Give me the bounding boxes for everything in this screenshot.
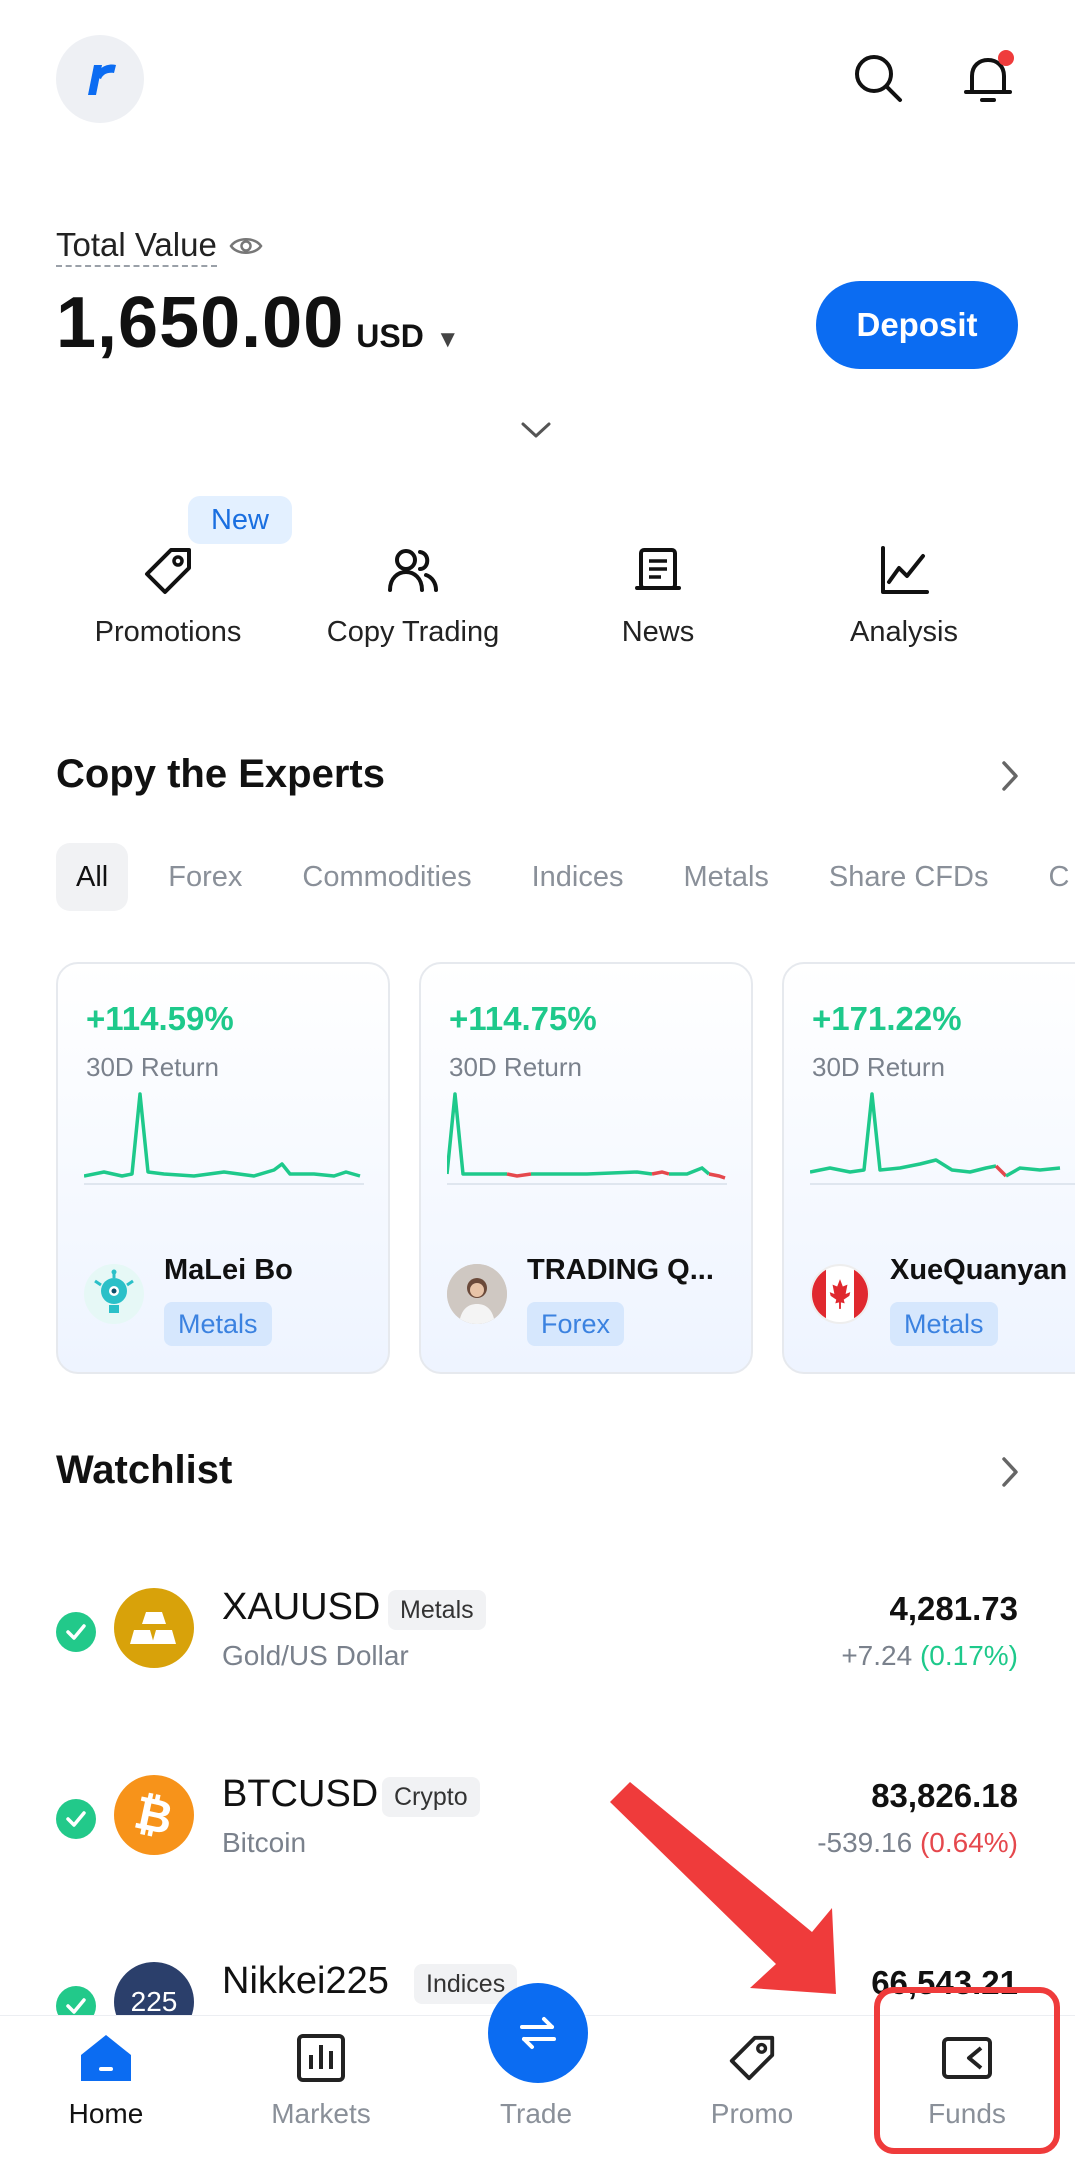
annotation-highlight-box — [874, 1987, 1060, 2154]
tag-icon — [137, 540, 199, 602]
watchlist-row[interactable]: XAUUSD Metals Gold/US Dollar 4,281.73 +7… — [0, 1562, 1075, 1702]
ticker-symbol: Nikkei225 — [222, 1960, 389, 2002]
quick-action-label: Promotions — [94, 616, 242, 648]
check-icon[interactable] — [56, 1799, 96, 1839]
quick-action-promotions[interactable]: Promotions — [48, 540, 288, 649]
quick-action-analysis[interactable]: Analysis — [784, 540, 1024, 649]
change-percent: (0.64%) — [919, 1827, 1018, 1858]
home-icon — [78, 2030, 134, 2086]
avatar — [447, 1264, 507, 1324]
filter-chip-indices[interactable]: Indices — [512, 843, 644, 911]
quick-action-label: News — [621, 616, 695, 648]
swap-icon — [520, 2017, 556, 2049]
return-period-label: 30D Return — [86, 1052, 219, 1082]
news-icon — [627, 540, 689, 602]
return-period-label: 30D Return — [449, 1052, 582, 1082]
expert-return: +114.59% — [86, 1000, 234, 1037]
chart-line-icon — [873, 540, 935, 602]
nav-home[interactable]: Home — [26, 2030, 186, 2130]
return-sparkline — [810, 1092, 1075, 1185]
expert-card[interactable]: +114.59% 30D Return MaLei Bo Metals — [56, 962, 390, 1374]
expert-return: +171.22% — [812, 1000, 962, 1037]
ticker-symbol: XAUUSD — [222, 1586, 381, 1628]
new-badge: New — [188, 496, 292, 544]
total-value-amount: 1,650.00 USD ▼ — [56, 282, 460, 364]
quick-action-label: Analysis — [850, 616, 958, 648]
tag-icon — [724, 2030, 780, 2086]
quick-action-news[interactable]: News — [538, 540, 778, 649]
watchlist-section-title: Watchlist — [56, 1448, 233, 1492]
nav-label: Home — [68, 2098, 144, 2129]
expert-return: +114.75% — [449, 1000, 597, 1037]
total-value-label: Total Value — [56, 226, 263, 267]
check-icon[interactable] — [56, 1612, 96, 1652]
filter-chip-commodities[interactable]: Commodities — [282, 843, 491, 911]
return-sparkline — [84, 1092, 364, 1185]
filter-chip-more[interactable]: C — [1028, 843, 1075, 911]
return-period-label: 30D Return — [812, 1052, 945, 1082]
category-badge: Metals — [388, 1590, 486, 1630]
experts-chevron-right-icon[interactable] — [990, 756, 1030, 796]
currency-selector[interactable]: USD — [356, 318, 424, 355]
expert-name: XueQuanyan — [890, 1254, 1068, 1286]
watchlist-chevron-right-icon[interactable] — [990, 1452, 1030, 1492]
nav-label: Trade — [499, 2098, 573, 2129]
annotation-arrow — [610, 1782, 836, 1994]
last-price: 4,281.73 — [889, 1590, 1018, 1627]
brand-logo-icon — [88, 64, 116, 95]
filter-chip-all[interactable]: All — [56, 843, 129, 911]
filter-chip-forex[interactable]: Forex — [148, 843, 262, 911]
users-icon — [382, 540, 444, 602]
change-percent: (0.17%) — [919, 1640, 1018, 1671]
experts-section-title: Copy the Experts — [56, 752, 385, 796]
category-badge: Crypto — [382, 1777, 480, 1817]
balance-amount: 1,650.00 — [56, 283, 345, 363]
brand-logo[interactable] — [56, 35, 144, 123]
expert-name: MaLei Bo — [164, 1254, 293, 1286]
quick-action-copy-trading[interactable]: Copy Trading — [293, 540, 533, 649]
nikkei-icon-text: 225 — [130, 1986, 178, 2017]
filter-chip-metals[interactable]: Metals — [663, 843, 788, 911]
price-change: +7.24 (0.17%) — [841, 1640, 1018, 1672]
expert-card[interactable]: +114.75% 30D Return TRADING Q... Forex — [419, 962, 753, 1374]
eye-icon[interactable] — [229, 228, 263, 266]
total-value-text: Total Value — [56, 226, 217, 267]
filter-chip-share-cfds[interactable]: Share CFDs — [809, 843, 1009, 911]
bell-icon[interactable] — [956, 46, 1020, 110]
gold-bars-icon — [114, 1588, 194, 1668]
return-sparkline — [447, 1092, 727, 1185]
nav-markets[interactable]: Markets — [241, 2030, 401, 2130]
chevron-down-icon[interactable] — [516, 410, 556, 450]
expert-card[interactable]: +171.22% 30D Return XueQuanyan Metals — [782, 962, 1075, 1374]
watchlist-row[interactable]: ₿ BTCUSD Crypto Bitcoin 83,826.18 -539.1… — [0, 1749, 1075, 1889]
caret-down-icon[interactable]: ▼ — [436, 326, 460, 354]
instrument-description: Bitcoin — [222, 1827, 307, 1858]
expert-name: TRADING Q... — [527, 1254, 714, 1286]
bar-chart-icon — [293, 2030, 349, 2086]
expert-category-tag: Forex — [527, 1302, 625, 1346]
nav-label: Promo — [710, 2098, 794, 2129]
expert-category-tag: Metals — [164, 1302, 272, 1346]
canada-flag-avatar — [810, 1264, 870, 1324]
avatar — [84, 1264, 144, 1324]
bitcoin-icon: ₿ — [114, 1775, 194, 1855]
ticker-symbol: BTCUSD — [222, 1773, 379, 1815]
expert-filter-chips: All Forex Commodities Indices Metals Sha… — [56, 843, 1075, 911]
change-value: +7.24 — [841, 1640, 913, 1671]
deposit-button[interactable]: Deposit — [816, 281, 1018, 369]
nav-promo[interactable]: Promo — [672, 2030, 832, 2130]
expert-category-tag: Metals — [890, 1302, 998, 1346]
nav-label: Markets — [271, 2098, 371, 2129]
search-icon[interactable] — [846, 46, 910, 110]
quick-action-label: Copy Trading — [326, 616, 500, 648]
instrument-description: Gold/US Dollar — [222, 1640, 409, 1671]
trade-button[interactable] — [488, 1983, 588, 2083]
